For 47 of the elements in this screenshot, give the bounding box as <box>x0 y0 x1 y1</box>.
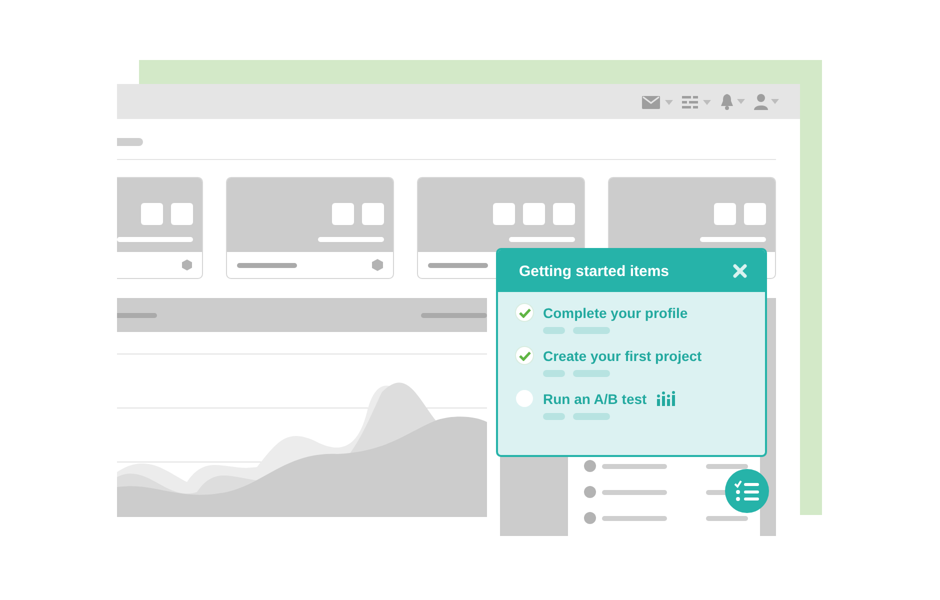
placeholder-block <box>523 203 545 225</box>
popup-title: Getting started items <box>519 262 670 280</box>
placeholder-bar <box>543 413 565 420</box>
hexagon-icon <box>372 259 383 271</box>
placeholder-block <box>493 203 515 225</box>
placeholder-bar <box>543 327 565 334</box>
item-label[interactable]: Create your first project <box>543 348 702 364</box>
placeholder-bar <box>117 138 143 146</box>
placeholder-bar <box>543 370 565 377</box>
unchecked-circle-icon[interactable] <box>516 390 533 407</box>
placeholder-block <box>714 203 736 225</box>
placeholder-bar <box>706 464 748 468</box>
checklist-icon <box>734 480 760 502</box>
item-label[interactable]: Run an A/B test <box>543 390 647 406</box>
placeholder-bar <box>318 237 384 242</box>
placeholder-block <box>553 203 575 225</box>
checked-circle-icon[interactable] <box>516 304 533 321</box>
item-label[interactable]: Complete your profile <box>543 304 688 320</box>
placeholder-bar <box>509 237 575 242</box>
dot-icon <box>584 486 596 498</box>
checked-circle-icon[interactable] <box>516 347 533 364</box>
placeholder-block <box>362 203 384 225</box>
placeholder-bar <box>117 312 157 318</box>
bar-chart-icon <box>656 391 677 406</box>
placeholder-bar <box>237 262 297 268</box>
mail-icon[interactable] <box>642 94 674 108</box>
placeholder-bar <box>573 327 610 334</box>
placeholder-bar <box>421 312 487 318</box>
hexagon-icon <box>182 259 192 271</box>
dot-icon <box>584 512 596 524</box>
placeholder-block <box>171 203 193 225</box>
placeholder-bar <box>428 262 488 268</box>
bell-icon[interactable] <box>720 94 746 110</box>
close-icon[interactable] <box>733 264 747 278</box>
placeholder-bar <box>706 516 748 520</box>
placeholder-bar <box>602 516 667 520</box>
placeholder-block <box>141 203 163 225</box>
placeholder-bar <box>700 237 766 242</box>
dot-icon <box>584 460 596 472</box>
placeholder-bar <box>602 490 667 494</box>
user-icon[interactable] <box>754 94 780 110</box>
placeholder-block <box>332 203 354 225</box>
list-icon[interactable] <box>682 94 712 108</box>
placeholder-bar <box>573 370 610 377</box>
placeholder-bar <box>602 464 667 468</box>
placeholder-block <box>744 203 766 225</box>
placeholder-bar <box>573 413 610 420</box>
